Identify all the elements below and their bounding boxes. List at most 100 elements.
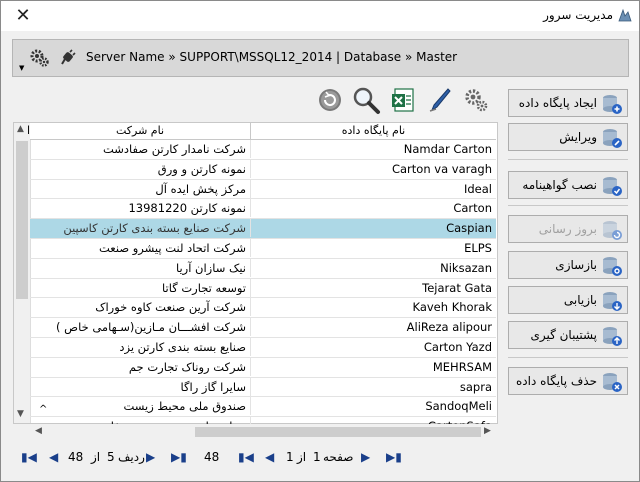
company-name-cell: نیک سازان آریا (30, 258, 251, 277)
table-row[interactable]: توسعه تجارت گاتا Tejarat Gata (30, 278, 496, 299)
chevron-down-icon[interactable]: ▼ (19, 64, 24, 72)
create-database-button[interactable]: ایجاد پایگاه داده (508, 89, 628, 117)
next-page-icon[interactable]: ▶ (361, 448, 370, 466)
company-name-cell: صندوق ملی محیط زیست (30, 397, 251, 416)
company-name-cell: شرکت افشـــان مـازین(سـهامی خاص ) (30, 318, 251, 337)
first-row-icon[interactable]: ▮◀ (21, 448, 37, 466)
edit-button[interactable]: ویرایش (508, 123, 628, 151)
database-name-cell: ELPS (464, 240, 492, 255)
database-name-cell: sapra (459, 379, 492, 394)
database-name-cell: Ideal (463, 181, 492, 196)
app-icon (618, 8, 632, 22)
database-restore-icon (603, 292, 622, 311)
database-name-cell: SandoqMeli (425, 399, 492, 414)
restore-button[interactable]: بازیابی (508, 286, 628, 314)
row-label: ردیف (118, 450, 145, 464)
table-row[interactable]: نیک سازان آریا Niksazan (30, 258, 496, 279)
window-title: مدیریت سرور (543, 8, 613, 22)
table-row[interactable]: نمونه کارتن و ورق Carton va varagh (30, 159, 496, 180)
page-current[interactable]: 1 (313, 448, 321, 466)
plug-icon[interactable] (59, 49, 77, 67)
table-row[interactable]: مرکز پخش ایده آل Ideal (30, 179, 496, 200)
table-row[interactable]: شرکت اتحاد لنت پیشرو صنعت ELPS (30, 238, 496, 259)
database-name-cell: Carton (453, 201, 492, 216)
refresh-icon[interactable] (317, 87, 343, 113)
create-database-label: ایجاد پایگاه داده (518, 96, 597, 110)
divider (508, 357, 628, 358)
horizontal-scrollbar[interactable]: ◀ ▶ (13, 424, 496, 440)
hscroll-thumb[interactable] (195, 427, 481, 437)
pen-icon[interactable] (426, 87, 452, 113)
row-of-label: از (91, 450, 101, 464)
update-label: بروز رسانی (538, 222, 597, 236)
table-row[interactable]: شرکت آرین صنعت کاوه خوراک Kaveh Khorak (30, 298, 496, 319)
chevron-up-icon: ^ (39, 404, 48, 415)
database-name-cell: AliReza alipour (406, 320, 492, 335)
server-info-bar: ▼ Server Name » SUPPORT\MSSQL12_2014 | D… (12, 39, 629, 77)
table-row[interactable]: صندوق ملی محیط زیست SandoqMeli (30, 397, 496, 418)
settings-gears-icon[interactable] (463, 87, 489, 113)
header-company-name[interactable]: نام شرکت (30, 123, 251, 139)
scroll-thumb[interactable] (16, 141, 28, 299)
database-name-cell: Carton Yazd (423, 339, 492, 354)
row-current[interactable]: 5 (107, 448, 115, 466)
restore-label: بازیابی (563, 293, 597, 307)
page-of-label: از (297, 450, 307, 464)
table-row[interactable]: صنایع بسته بندی کارتن یزد Carton Yazd (30, 337, 496, 358)
table-row[interactable]: شرکت صنایع بسته بندی کارتن کاسپین Caspian (30, 219, 496, 239)
update-button[interactable]: بروز رسانی (508, 215, 628, 243)
rebuild-label: بازسازی (555, 258, 597, 272)
scroll-down-icon[interactable]: ▼ (17, 409, 24, 419)
database-name-cell: Niksazan (440, 260, 492, 275)
page-total: 1 (286, 450, 294, 464)
database-backup-icon (603, 327, 622, 346)
close-button[interactable]: ✕ (11, 5, 35, 27)
rebuild-button[interactable]: بازسازی (508, 251, 628, 279)
company-name-cell: شرکت اتحاد لنت پیشرو صنعت (30, 238, 251, 257)
server-manager-window: ✕ مدیریت سرور ▼ Server Name » SUPPORT\MS… (0, 0, 640, 482)
prev-page-icon[interactable]: ◀ (265, 448, 274, 466)
search-icon[interactable] (351, 85, 381, 115)
database-grid: ▲ ▼ ا نام شرکت نام پایگاه داده شرکت نامد… (13, 122, 498, 437)
first-page-icon[interactable]: ▮◀ (238, 448, 254, 466)
install-certificate-button[interactable]: نصب گواهینامه (508, 171, 628, 199)
database-rebuild-icon (603, 257, 622, 276)
database-certificate-icon (603, 177, 622, 196)
header-database-name[interactable]: نام پایگاه داده (251, 123, 496, 139)
table-row[interactable]: شرکت نامدار کارتن صفادشت Namdar Carton (30, 140, 496, 160)
settings-gears-icon[interactable] (29, 48, 49, 68)
scroll-right-icon[interactable]: ▶ (484, 426, 491, 436)
database-name-cell: Tejarat Gata (422, 280, 492, 295)
company-name-cell: شرکت روناک تجارت جم (30, 357, 251, 376)
grid-header: ا نام شرکت نام پایگاه داده (27, 123, 496, 140)
vertical-scrollbar[interactable]: ▲ ▼ (14, 123, 31, 423)
excel-export-icon[interactable] (390, 87, 416, 113)
database-name-cell: Caspian (446, 221, 492, 236)
backup-button[interactable]: پشتیبان گیری (508, 321, 628, 349)
scroll-left-icon[interactable]: ◀ (35, 426, 42, 436)
title-bar: ✕ مدیریت سرور (1, 1, 639, 31)
delete-database-button[interactable]: حذف پایگاه داده (508, 367, 628, 395)
next-row-icon[interactable]: ▶ (146, 448, 155, 466)
table-row[interactable]: سایرا گاز راگا sapra (30, 377, 496, 398)
database-edit-icon (603, 129, 622, 148)
page-label: صفحه (323, 450, 354, 464)
divider (508, 205, 628, 206)
company-name-cell: نمونه کارتن 13981220 (30, 199, 251, 218)
edit-label: ویرایش (559, 130, 597, 144)
company-name-cell: صنایع بسته بندی کارتن یزد (30, 337, 251, 356)
database-name-cell: MEHRSAM (432, 359, 492, 374)
backup-label: پشتیبان گیری (530, 328, 597, 342)
scroll-up-icon[interactable]: ▲ (17, 124, 24, 134)
last-page-icon[interactable]: ▶▮ (386, 448, 402, 466)
table-row[interactable]: شرکت روناک تجارت جم MEHRSAM (30, 357, 496, 378)
prev-row-icon[interactable]: ◀ (49, 448, 58, 466)
database-update-icon (603, 221, 622, 240)
server-name-text: Server Name » SUPPORT\MSSQL12_2014 | Dat… (86, 50, 458, 64)
last-row-icon[interactable]: ▶▮ (171, 448, 187, 466)
table-row[interactable]: شرکت افشـــان مـازین(سـهامی خاص ) AliReza… (30, 318, 496, 338)
table-row[interactable]: نمونه کارتن 13981220 Carton (30, 199, 496, 220)
company-name-cell: شرکت صنایع بسته بندی کارتن کاسپین (30, 219, 251, 238)
divider (508, 159, 628, 160)
company-name-cell: نمونه کارتن و ورق (30, 159, 251, 178)
